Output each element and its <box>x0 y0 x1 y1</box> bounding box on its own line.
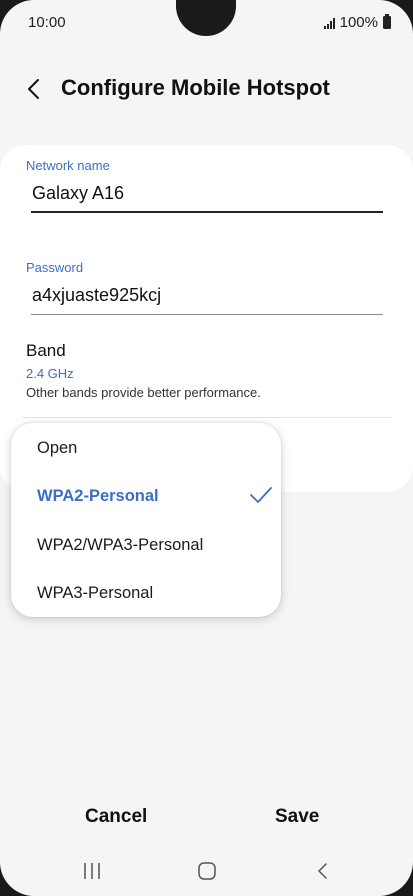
security-option-wpa3-personal[interactable]: WPA3-Personal <box>37 581 153 605</box>
phone-screen: 10:00 100% Configure Mobile Hotspot Netw… <box>0 0 413 896</box>
back-button[interactable] <box>20 74 50 104</box>
status-bar: 10:00 100% <box>0 0 413 46</box>
chevron-left-icon <box>28 79 39 99</box>
band-value: 2.4 GHz <box>26 366 74 381</box>
check-icon <box>250 487 272 503</box>
security-option-wpa2-wpa3-personal[interactable]: WPA2/WPA3-Personal <box>37 533 203 557</box>
signal-icon <box>323 17 335 29</box>
password-field[interactable]: a4xjuaste925kcj <box>32 285 161 306</box>
recents-icon <box>84 863 100 879</box>
security-dropdown-menu: Open WPA2-Personal WPA2/WPA3-Personal WP… <box>11 423 281 617</box>
network-name-field[interactable]: Galaxy A16 <box>32 183 124 204</box>
network-name-label: Network name <box>26 158 110 173</box>
password-label: Password <box>26 260 84 275</box>
band-description: Other bands provide better performance. <box>26 385 261 400</box>
app-header: Configure Mobile Hotspot <box>0 64 413 114</box>
network-name-underline <box>31 211 383 213</box>
status-time: 10:00 <box>28 14 66 31</box>
band-setting-label[interactable]: Band <box>26 341 66 361</box>
battery-icon <box>383 14 391 29</box>
status-indicators: 100% <box>323 14 391 31</box>
cancel-button[interactable]: Cancel <box>85 806 147 828</box>
navigation-bar <box>0 850 413 896</box>
password-underline <box>31 314 383 315</box>
save-button[interactable]: Save <box>275 806 319 828</box>
back-icon <box>318 863 327 879</box>
back-nav-button[interactable] <box>313 861 333 881</box>
home-icon <box>198 862 216 880</box>
camera-notch <box>176 0 236 36</box>
recents-button[interactable] <box>82 862 102 880</box>
security-option-wpa2-personal[interactable]: WPA2-Personal <box>37 484 159 508</box>
divider <box>22 417 392 418</box>
security-option-open[interactable]: Open <box>37 436 77 460</box>
home-button[interactable] <box>197 861 217 881</box>
page-title: Configure Mobile Hotspot <box>61 75 330 100</box>
battery-percent: 100% <box>339 14 378 31</box>
